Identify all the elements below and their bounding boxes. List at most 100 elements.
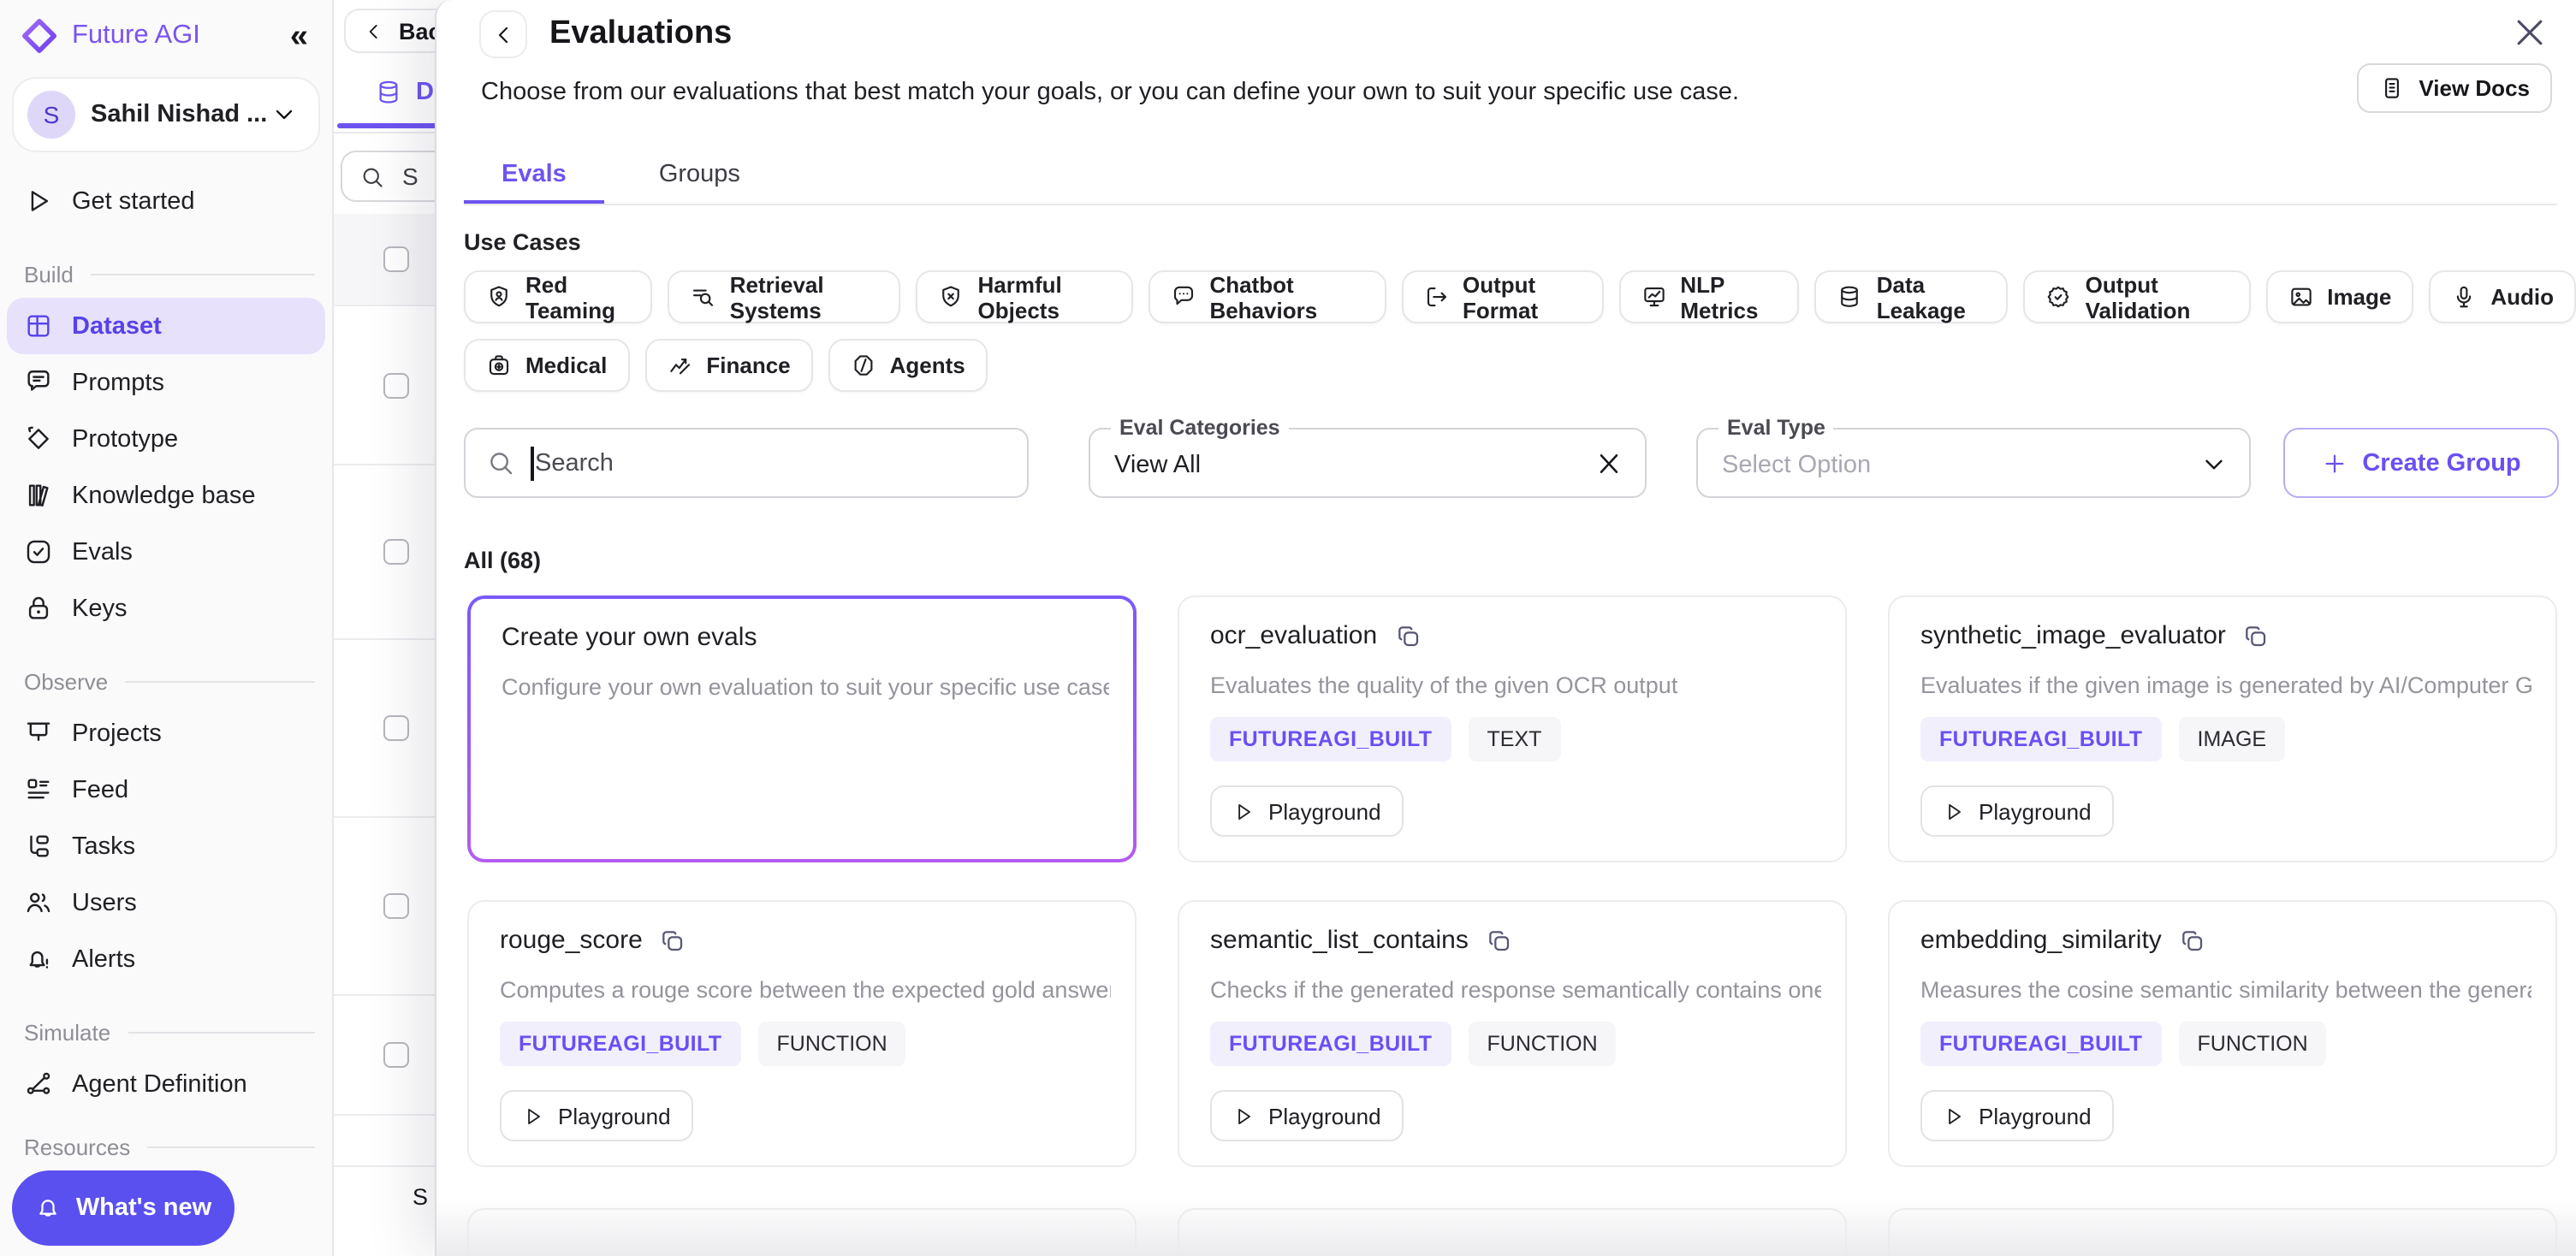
chevron-down-icon <box>276 110 293 120</box>
table-row[interactable] <box>334 996 436 1116</box>
section-build: Build <box>0 257 332 291</box>
view-docs-button[interactable]: View Docs <box>2357 63 2552 113</box>
chip-audio[interactable]: Audio <box>2429 270 2576 323</box>
plus-icon <box>2325 453 2344 472</box>
microphone-icon <box>2457 286 2472 308</box>
chip-data-leakage[interactable]: Data Leakage <box>1814 270 2009 323</box>
modal-tabs: Evals Groups <box>464 147 778 205</box>
sidebar-item-prompts[interactable]: Prompts <box>7 354 325 411</box>
eval-categories-select[interactable]: Eval Categories View All <box>1089 414 1647 498</box>
card-ocr-evaluation[interactable]: ocr_evaluation Evaluates the quality of … <box>1178 595 1847 862</box>
checkbox[interactable] <box>383 246 409 272</box>
checkbox[interactable] <box>383 539 409 565</box>
chip-output-format[interactable]: Output Format <box>1401 270 1604 323</box>
play-icon <box>1238 803 1250 820</box>
chip-harmful-objects[interactable]: Harmful Objects <box>916 270 1133 323</box>
prompt-bubble-icon <box>27 370 50 391</box>
table-row[interactable] <box>334 818 436 996</box>
chip-agents[interactable]: Agents <box>828 339 988 392</box>
table-row[interactable] <box>334 465 436 640</box>
use-cases-label: Use Cases <box>464 229 581 255</box>
close-icon[interactable] <box>2511 14 2549 51</box>
play-icon <box>1949 803 1961 820</box>
results-count: All (68) <box>464 548 542 573</box>
chip-retrieval-systems[interactable]: Retrieval Systems <box>668 270 901 323</box>
playground-button[interactable]: Playground <box>1210 1090 1404 1141</box>
card-synthetic-image-evaluator[interactable]: synthetic_image_evaluator Evaluates if t… <box>1888 595 2557 862</box>
copy-icon[interactable] <box>2243 622 2270 649</box>
sidebar-item-prototype[interactable]: Prototype <box>7 411 325 467</box>
sidebar-item-knowledge-base[interactable]: Knowledge base <box>7 467 325 524</box>
play-icon <box>528 1107 540 1124</box>
eval-type-select[interactable]: Eval Type Select Option <box>1696 414 2251 498</box>
card-semantic-list-contains[interactable]: semantic_list_contains Checks if the gen… <box>1178 900 1847 1167</box>
table-header-row <box>334 214 436 306</box>
sidebar-item-users[interactable]: Users <box>7 874 325 931</box>
evals-search[interactable] <box>464 428 1029 498</box>
badge-type: TEXT <box>1468 717 1561 761</box>
playground-button[interactable]: Playground <box>500 1090 693 1141</box>
sidebar-item-evals[interactable]: Evals <box>7 524 325 580</box>
sidebar-item-projects[interactable]: Projects <box>7 705 325 761</box>
playground-button[interactable]: Playground <box>1920 785 2114 837</box>
back-button-underlay[interactable]: Back <box>344 9 436 53</box>
chip-medical[interactable]: Medical <box>464 339 630 392</box>
badge-type: FUNCTION <box>2178 1022 2327 1066</box>
checkbox[interactable] <box>383 715 409 741</box>
copy-icon[interactable] <box>1486 927 1513 954</box>
playground-button[interactable]: Playground <box>1210 785 1404 837</box>
copy-icon[interactable] <box>660 927 687 954</box>
eval-type-placeholder: Select Option <box>1722 451 1872 478</box>
whats-new-button[interactable]: What's new <box>12 1170 234 1246</box>
chip-finance[interactable]: Finance <box>644 339 813 392</box>
card-partial[interactable] <box>1178 1208 1847 1256</box>
table-footer-text: S <box>413 1184 429 1210</box>
card-embedding-similarity[interactable]: embedding_similarity Measures the cosine… <box>1888 900 2557 1167</box>
chip-nlp-metrics[interactable]: NLP Metrics <box>1618 270 1800 323</box>
chevron-down-icon[interactable] <box>2199 450 2229 479</box>
tab-groups[interactable]: Groups <box>621 147 778 205</box>
image-icon <box>2290 287 2311 306</box>
table-row[interactable] <box>334 1116 436 1167</box>
tabs-divider <box>464 204 2557 205</box>
playground-button[interactable]: Playground <box>1920 1090 2114 1141</box>
sidebar-item-alerts[interactable]: Alerts <box>7 931 325 987</box>
card-create-your-own-evals[interactable]: Create your own evals Configure your own… <box>467 595 1137 862</box>
database-icon <box>379 80 398 104</box>
play-icon <box>31 191 49 211</box>
checkbox[interactable] <box>383 1042 409 1068</box>
table-row[interactable] <box>334 640 436 818</box>
chip-red-teaming[interactable]: Red Teaming <box>464 270 653 323</box>
tab-evals[interactable]: Evals <box>464 147 604 205</box>
sidebar-item-tasks[interactable]: Tasks <box>7 818 325 874</box>
sidebar-item-dataset[interactable]: Dataset <box>7 298 325 354</box>
chip-image[interactable]: Image <box>2265 270 2414 323</box>
sidebar-item-feed[interactable]: Feed <box>7 761 325 818</box>
checkbox[interactable] <box>383 372 409 398</box>
user-menu[interactable]: S Sahil Nishad ... <box>12 77 320 152</box>
sidebar-item-get-started[interactable]: Get started <box>7 173 325 229</box>
chip-output-validation[interactable]: Output Validation <box>2023 270 2251 323</box>
search-input-underlay[interactable]: S <box>341 151 436 202</box>
sidebar-item-agent-definition[interactable]: Agent Definition <box>7 1056 325 1112</box>
sidebar-item-keys[interactable]: Keys <box>7 580 325 637</box>
chip-chatbot-behaviors[interactable]: Chatbot Behaviors <box>1148 270 1386 323</box>
table-row[interactable] <box>334 306 436 465</box>
card-rouge-score[interactable]: rouge_score Computes a rouge score betwe… <box>467 900 1137 1167</box>
card-partial[interactable] <box>1888 1208 2557 1256</box>
x-clear-icon[interactable] <box>1594 448 1624 479</box>
search-input[interactable] <box>533 449 1027 477</box>
copy-icon[interactable] <box>2179 927 2206 954</box>
dataset-tab-underlay[interactable]: D <box>375 79 434 106</box>
modal-back-button[interactable] <box>479 10 527 58</box>
copy-icon[interactable] <box>1394 622 1422 649</box>
presentation-icon <box>27 722 50 741</box>
card-partial[interactable] <box>467 1208 1137 1256</box>
shield-user-icon <box>490 286 507 307</box>
logo-row: Future AGI « <box>0 0 332 62</box>
create-group-button[interactable]: Create Group <box>2283 428 2559 498</box>
chevrons-left-icon[interactable]: « <box>290 20 312 52</box>
checkbox[interactable] <box>383 893 409 919</box>
badge-check-icon <box>2048 286 2069 308</box>
app-root: Future AGI « S Sahil Nishad ... Get star… <box>0 0 2576 1256</box>
